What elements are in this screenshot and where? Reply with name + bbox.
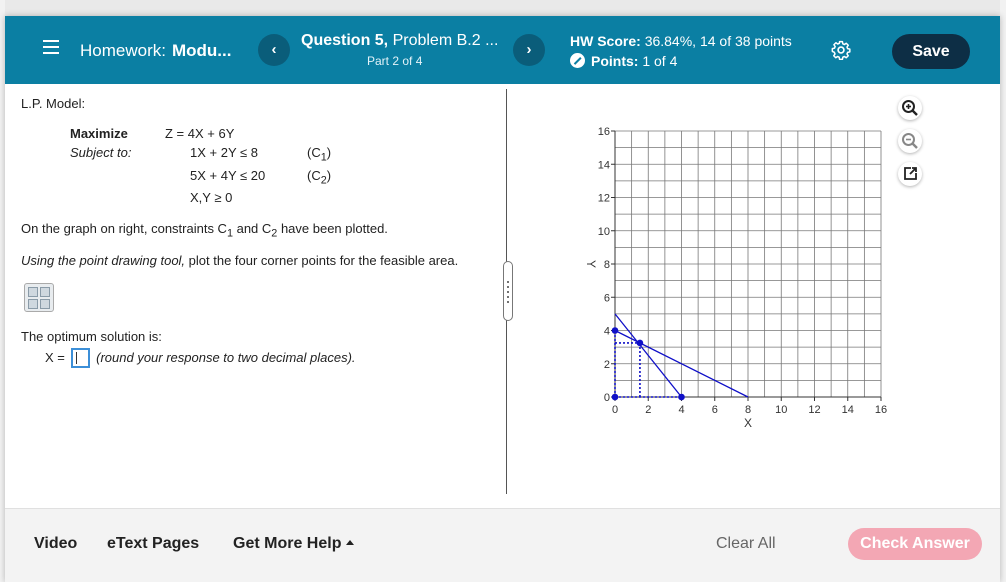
partial-credit-icon bbox=[570, 53, 585, 68]
open-in-new-window-icon[interactable] bbox=[898, 162, 922, 186]
y-tick-label: 2 bbox=[604, 359, 610, 371]
part-indicator: Part 2 of 4 bbox=[367, 54, 423, 68]
footer-bar: Video eText Pages Get More Help Clear Al… bbox=[5, 508, 1000, 582]
y-axis-label: Y bbox=[584, 260, 598, 268]
constraint-c1-tag: (C1) bbox=[307, 145, 332, 164]
x-tick-label: 10 bbox=[775, 404, 787, 416]
y-tick-label: 6 bbox=[604, 292, 610, 304]
background-right-strip bbox=[1000, 0, 1006, 582]
lp-model-label: L.P. Model: bbox=[21, 96, 86, 111]
header-bar: Homework: Modu... ‹ Question 5, Problem B… bbox=[5, 16, 1000, 84]
corner-point bbox=[611, 327, 619, 334]
question-number: Question 5, bbox=[301, 32, 389, 49]
constraint-c2: 5X + 4Y ≤ 20 bbox=[190, 168, 266, 183]
x-tick-label: 6 bbox=[712, 404, 718, 416]
x-tick-label: 12 bbox=[808, 404, 820, 416]
x-answer-input[interactable] bbox=[70, 348, 90, 368]
zoom-out-icon[interactable] bbox=[898, 129, 922, 153]
x-answer-row: X = (round your response to two decimal … bbox=[45, 348, 356, 368]
homework-title[interactable]: Homework: Modu... bbox=[80, 41, 231, 61]
previous-question-button[interactable]: ‹ bbox=[258, 34, 290, 66]
x-axis-label: X bbox=[744, 416, 752, 430]
caret-up-icon bbox=[346, 540, 355, 545]
points-label: Points: bbox=[591, 53, 639, 69]
points: Points: 1 of 4 bbox=[570, 53, 677, 69]
corner-point bbox=[678, 393, 685, 401]
zoom-in-icon[interactable] bbox=[898, 96, 922, 120]
x-tick-label: 0 bbox=[612, 404, 618, 416]
instruction-constraints-plotted: On the graph on right, constraints C1 an… bbox=[21, 221, 388, 240]
x-equals-label: X = bbox=[45, 350, 65, 365]
problem-label: Problem B.2 ... bbox=[392, 32, 499, 49]
graph-tool-button[interactable] bbox=[24, 283, 54, 312]
constraint-c2-tag: (C2) bbox=[307, 168, 332, 187]
homework-dialog: Homework: Modu... ‹ Question 5, Problem B… bbox=[5, 16, 1000, 582]
x-tick-label: 14 bbox=[842, 404, 854, 416]
objective-function: Z = 4X + 6Y bbox=[165, 126, 235, 141]
subject-to-label: Subject to: bbox=[70, 145, 132, 160]
x-tick-label: 16 bbox=[875, 404, 887, 416]
lp-graph[interactable]: 0 2 4 6 8 10 12 14 16 0 2 4 6 8 10 12 14 16 X Y bbox=[573, 100, 903, 440]
etext-pages-link[interactable]: eText Pages bbox=[107, 535, 199, 553]
x-tick-label: 2 bbox=[645, 404, 651, 416]
get-more-help-link[interactable]: Get More Help bbox=[233, 535, 355, 553]
corner-point bbox=[636, 339, 644, 347]
maximize-label: Maximize bbox=[70, 126, 128, 141]
points-value: 1 of 4 bbox=[642, 53, 678, 69]
next-question-button[interactable]: › bbox=[513, 34, 545, 66]
rounding-instruction: (round your response to two decimal plac… bbox=[96, 350, 356, 365]
y-tick-label: 8 bbox=[604, 259, 610, 271]
y-tick-label: 0 bbox=[604, 392, 610, 404]
y-tick-label: 4 bbox=[604, 326, 610, 338]
y-tick-label: 16 bbox=[598, 126, 610, 138]
y-tick-label: 10 bbox=[598, 226, 610, 238]
x-tick-label: 4 bbox=[678, 404, 684, 416]
hw-score-label: HW Score: bbox=[570, 33, 641, 49]
panel-resize-handle[interactable] bbox=[503, 261, 513, 321]
y-tick-label: 12 bbox=[598, 193, 610, 205]
y-tick-label: 14 bbox=[598, 159, 610, 171]
homework-module: Modu... bbox=[171, 41, 232, 60]
nonnegativity-constraint: X,Y ≥ 0 bbox=[190, 190, 233, 205]
homework-prefix: Homework: bbox=[80, 41, 166, 60]
settings-gear-icon[interactable] bbox=[831, 40, 851, 60]
check-answer-button[interactable]: Check Answer bbox=[848, 528, 982, 560]
hw-score: HW Score: 36.84%, 14 of 38 points bbox=[570, 33, 792, 49]
constraint-c1: 1X + 2Y ≤ 8 bbox=[190, 145, 258, 160]
corner-point bbox=[611, 393, 619, 401]
menu-icon[interactable] bbox=[43, 40, 59, 56]
clear-all-button[interactable]: Clear All bbox=[716, 535, 776, 553]
hw-score-value: 36.84%, 14 of 38 points bbox=[644, 33, 792, 49]
video-link[interactable]: Video bbox=[34, 535, 77, 553]
question-title: Question 5, Problem B.2 ... bbox=[301, 32, 498, 50]
instruction-plot-points: Using the point drawing tool, plot the f… bbox=[21, 253, 459, 268]
optimum-solution-label: The optimum solution is: bbox=[21, 329, 162, 344]
x-tick-label: 8 bbox=[745, 404, 751, 416]
save-button[interactable]: Save bbox=[892, 34, 970, 69]
